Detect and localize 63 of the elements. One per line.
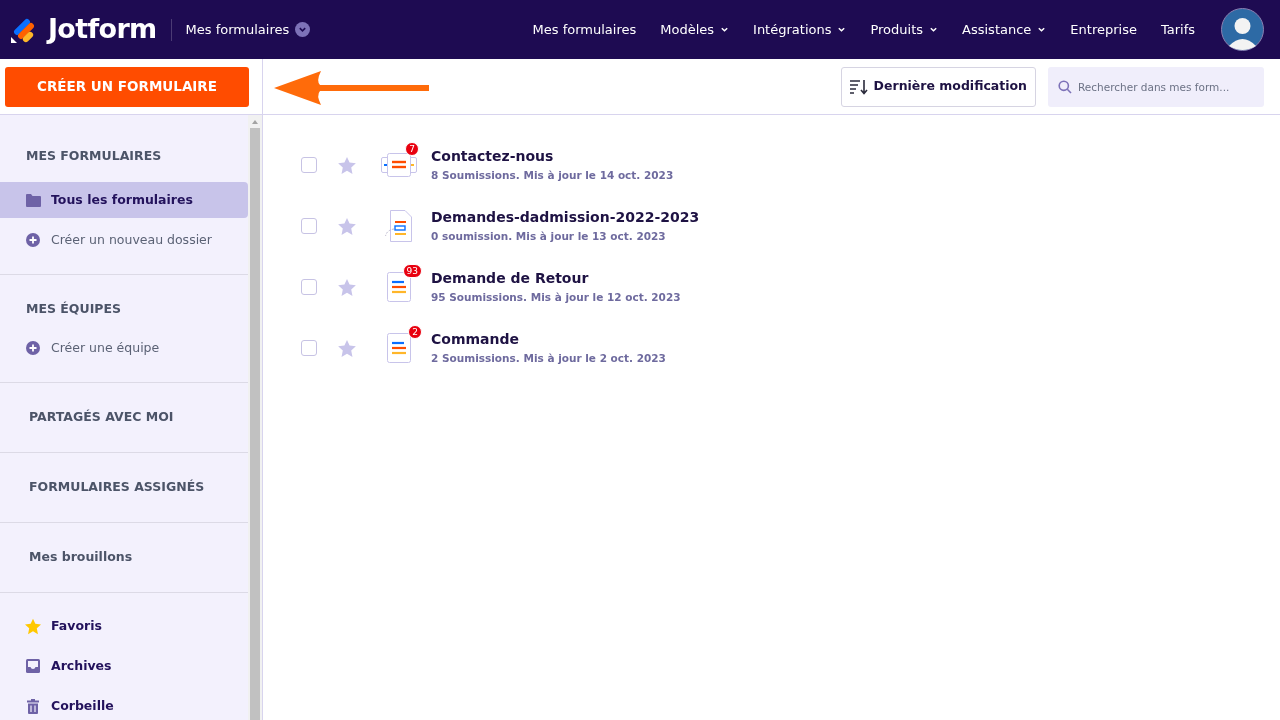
inbox-icon: [26, 659, 40, 673]
nav-link[interactable]: Assistance: [962, 19, 1047, 40]
checkbox[interactable]: [301, 340, 317, 356]
checkbox[interactable]: [301, 279, 317, 295]
sidebar-item-label: Créer un nouveau dossier: [51, 230, 212, 249]
form-meta: 95 Soumissions. Mis à jour le 12 oct. 2023: [431, 290, 681, 306]
sort-button[interactable]: Dernière modification: [840, 66, 1036, 107]
search-field[interactable]: Rechercher dans mes form...: [1048, 66, 1264, 107]
context-dropdown[interactable]: Mes formulaires: [185, 19, 311, 40]
form-meta: 2 Soumissions. Mis à jour le 2 oct. 2023: [431, 351, 666, 367]
section-heading[interactable]: PARTAGÉS AVEC MOI: [29, 408, 174, 427]
search-icon: [1058, 79, 1072, 94]
section-heading: MES ÉQUIPES: [26, 299, 121, 318]
sidebar-item[interactable]: Corbeille: [0, 695, 248, 717]
scrollbar[interactable]: [248, 115, 262, 720]
form-icon: [387, 333, 411, 363]
nav-link[interactable]: Mes formulaires: [532, 19, 637, 40]
sidebar-item-label: Favoris: [51, 616, 102, 635]
form-title[interactable]: Contactez-nous: [431, 146, 674, 168]
checkbox[interactable]: [301, 218, 317, 234]
section-heading[interactable]: Mes brouillons: [29, 548, 133, 567]
folder-icon: [25, 193, 41, 207]
count-badge: 2: [408, 325, 422, 339]
sidebar-item[interactable]: Favoris: [0, 615, 248, 637]
sidebar-item-label: Créer une équipe: [51, 338, 160, 357]
sidebar-item-label: Archives: [51, 656, 112, 675]
form-meta: 0 soumission. Mis à jour le 13 oct. 2023: [431, 229, 667, 245]
sidebar-item-label: Tous les formulaires: [51, 190, 193, 209]
star-icon[interactable]: [338, 278, 356, 296]
brand-name[interactable]: Jotform: [48, 9, 157, 50]
nav-link[interactable]: Modèles: [660, 19, 730, 40]
nav-link[interactable]: Intégrations: [753, 19, 847, 40]
form-title[interactable]: Demandes-dadmission-2022-2023: [431, 207, 700, 229]
plus-circle-icon: [26, 233, 40, 247]
star-icon[interactable]: [338, 156, 356, 174]
sidebar-item[interactable]: Créer un nouveau dossier: [0, 222, 248, 258]
form-icon: [387, 272, 411, 302]
sidebar-item-label: Corbeille: [51, 696, 114, 715]
avatar[interactable]: [1221, 8, 1264, 51]
form-title[interactable]: Demande de Retour: [431, 268, 681, 290]
count-badge: 7: [405, 142, 419, 156]
scroll-up-icon[interactable]: [251, 118, 259, 126]
nav-link[interactable]: Entreprise: [1070, 19, 1137, 40]
star-icon[interactable]: [338, 217, 356, 235]
sidebar-item[interactable]: Archives: [0, 655, 248, 677]
section-heading: MES FORMULAIRES: [26, 146, 162, 165]
sidebar-item[interactable]: Créer une équipe: [0, 330, 248, 366]
star-icon: [25, 617, 41, 635]
form-title[interactable]: Commande: [431, 329, 666, 351]
star-icon[interactable]: [338, 339, 356, 357]
form-icon: [384, 210, 414, 242]
checkbox[interactable]: [301, 157, 317, 173]
plus-circle-icon: [26, 341, 40, 355]
trash-icon: [27, 698, 39, 714]
nav-link[interactable]: Tarifs: [1160, 19, 1195, 40]
count-badge: 93: [402, 264, 422, 278]
form-meta: 8 Soumissions. Mis à jour le 14 oct. 2023: [431, 168, 674, 184]
section-heading[interactable]: FORMULAIRES ASSIGNÉS: [29, 478, 205, 497]
sort-icon: [849, 78, 868, 95]
caret-icon: [295, 22, 311, 37]
form-icon: [381, 153, 417, 177]
nav-link[interactable]: Produits: [870, 19, 939, 40]
sidebar-item[interactable]: Tous les formulaires: [0, 182, 248, 218]
